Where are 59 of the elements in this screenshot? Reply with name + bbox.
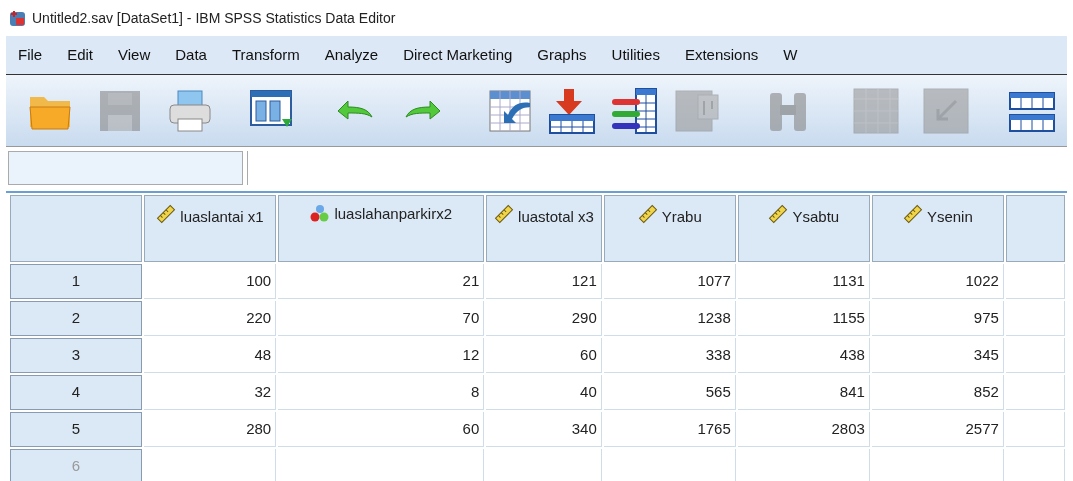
table-cell: 12 xyxy=(278,338,485,373)
column-header[interactable]: Ysabtu xyxy=(737,195,870,262)
menu-item[interactable]: Data xyxy=(175,43,207,67)
table-cell: 438 xyxy=(737,338,870,373)
table-cell: 70 xyxy=(278,301,485,336)
window-title: Untitled2.sav [DataSet1] - IBM SPSS Statistics Data Editor xyxy=(32,8,396,28)
row-header[interactable]: 2 xyxy=(10,301,142,336)
table-cell: 1765 xyxy=(603,412,736,447)
table-cell: 345 xyxy=(871,338,1004,373)
table-cell: 2577 xyxy=(871,412,1004,447)
menu-item[interactable]: Analyze xyxy=(324,43,379,67)
table-cell: 1238 xyxy=(603,301,736,336)
table-cell: 340 xyxy=(486,412,602,447)
table-cell: 1131 xyxy=(737,264,870,299)
menu-item[interactable]: Utilities xyxy=(611,43,660,67)
column-header[interactable]: luaslantai x1 xyxy=(143,195,277,262)
row-header[interactable]: 3 xyxy=(10,338,142,373)
row-header[interactable]: 1 xyxy=(10,264,142,299)
table-cell: 338 xyxy=(603,338,736,373)
row-header[interactable]: 4 xyxy=(10,375,142,410)
table-cell: 852 xyxy=(871,375,1004,410)
table-cell: 220 xyxy=(143,301,277,336)
table-cell: 32 xyxy=(143,375,277,410)
table-cell: 1155 xyxy=(737,301,870,336)
table-cell: 1022 xyxy=(871,264,1004,299)
colored-bars-table-icon[interactable] xyxy=(610,86,658,135)
three-circles-icon xyxy=(310,204,331,224)
column-header[interactable] xyxy=(1005,195,1065,262)
table-cell: 2803 xyxy=(737,412,870,447)
table-cell: 975 xyxy=(871,301,1004,336)
menu-item[interactable]: Extensions xyxy=(684,43,759,67)
column-header[interactable]: Yrabu xyxy=(603,195,736,262)
table-cell: 565 xyxy=(603,375,736,410)
column-header[interactable]: Ysenin xyxy=(871,195,1004,262)
menu-item[interactable]: Transform xyxy=(231,43,300,67)
menu-item[interactable]: View xyxy=(118,43,151,67)
table-cell: 100 xyxy=(143,264,277,299)
table-cell: 21 xyxy=(278,264,485,299)
table-cell: 60 xyxy=(486,338,602,373)
column-header[interactable]: luastotal x3 xyxy=(486,195,602,262)
menu-item[interactable]: W xyxy=(783,43,798,67)
menu-item[interactable]: Graphs xyxy=(537,43,587,67)
table-cell: 8 xyxy=(278,375,485,410)
column-header[interactable]: luaslahanparkirx2 xyxy=(278,195,485,262)
table-cell: 290 xyxy=(486,301,602,336)
cell-reference-field[interactable] xyxy=(8,151,243,185)
table-cell: 841 xyxy=(737,375,870,410)
app-icon xyxy=(8,9,26,27)
down-arrow-table-icon[interactable] xyxy=(548,86,596,135)
table-cell: 60 xyxy=(278,412,485,447)
row-header[interactable]: 5 xyxy=(10,412,142,447)
menu-item[interactable]: Direct Marketing xyxy=(403,43,513,67)
table-cell: 121 xyxy=(486,264,602,299)
table-cell: 40 xyxy=(486,375,602,410)
table-cell: 48 xyxy=(143,338,277,373)
table-cell: 280 xyxy=(143,412,277,447)
menu-item[interactable]: File xyxy=(18,43,43,67)
table-cell: 1077 xyxy=(603,264,736,299)
menu-item[interactable]: Edit xyxy=(67,43,94,67)
